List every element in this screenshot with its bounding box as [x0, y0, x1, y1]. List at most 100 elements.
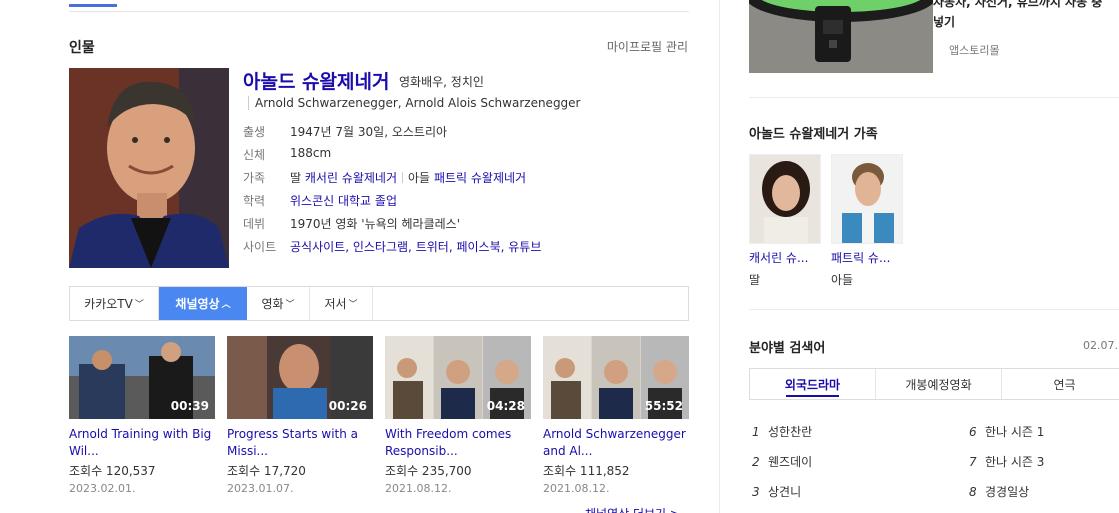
ad-source: 앱스토리몰 [949, 44, 1000, 57]
keyword-label: 한나 시즌 3 [985, 455, 1045, 469]
keyword-item[interactable]: 2 웬즈데이 [752, 453, 812, 470]
video-date: 2021.08.12. [385, 482, 452, 495]
keyword-tabs: 외국드라마 개봉예정영화 연극 [749, 368, 1119, 400]
keyword-title: 분야별 검색어 [749, 341, 826, 356]
info-label: 가족 [243, 171, 266, 185]
info-label: 데뷔 [243, 217, 266, 231]
video-date: 2021.08.12. [543, 482, 610, 495]
info-value: 1947년 7월 30일, 오스트리아 [290, 125, 448, 139]
info-label: 신체 [243, 148, 266, 162]
tab-label: 저서 [324, 297, 347, 311]
video-duration: 00:39 [170, 399, 209, 413]
chevron-down-icon: ﹀ [348, 300, 358, 310]
chevron-down-icon: ﹀ [285, 300, 295, 310]
person-roles: 영화배우, 정치인 [399, 75, 484, 89]
content-tabs: 카카오TV ﹀ 채널영상 ︿ 영화 ﹀ 저서 ﹀ [69, 286, 689, 321]
family-daughter-link[interactable]: 캐서린 슈왈제네거 [305, 171, 397, 185]
video-views: 조회수 235,700 [385, 464, 472, 478]
tab-movie[interactable]: 영화 ﹀ [247, 287, 310, 320]
top-tab-indicator [69, 4, 117, 7]
ad-title-line: 자동차, 자전거, 휴브까지 자동 충 [933, 0, 1103, 9]
search-results-page: 인물 마이프로필 관리 아놀드 슈왈제네거 영화배우, 정치인 Arnold S… [0, 0, 1119, 513]
keyword-rank: 2 [752, 455, 760, 469]
info-label: 학력 [243, 194, 266, 208]
info-value: 1970년 영화 '뉴욕의 헤라클레스' [290, 217, 461, 231]
video-card[interactable]: 00:26 Progress Starts with a Missi... 조회… [227, 336, 373, 495]
keyword-item[interactable]: 6 한나 시즌 1 [969, 423, 1044, 440]
site-link-youtube[interactable]: 유튜브 [508, 240, 541, 254]
family-son-link[interactable]: 패트릭 슈왈제네거 [434, 171, 526, 185]
tab-label: 영화 [261, 297, 284, 311]
family-title: 아놀드 슈왈제네거 가족 [749, 127, 878, 142]
keyword-date: 02.07. [1083, 339, 1118, 352]
ad-title-line: 넣기 [933, 15, 956, 29]
video-card[interactable]: 00:39 Arnold Training with Big Wil... 조회… [69, 336, 215, 495]
keyword-rank: 8 [969, 485, 977, 499]
video-views: 조회수 111,852 [543, 464, 630, 478]
keyword-item[interactable]: 8 경경일상 [969, 483, 1029, 500]
keyword-rank: 3 [752, 485, 760, 499]
family-photo[interactable] [831, 154, 903, 244]
tab-upcoming-movies[interactable]: 개봉예정영화 [876, 369, 1002, 399]
keyword-item[interactable]: 1 성한찬란 [752, 423, 812, 440]
tab-kakaotv[interactable]: 카카오TV ﹀ [70, 287, 159, 320]
right-divider [749, 309, 1119, 310]
person-name[interactable]: 아놀드 슈왈제네거 [243, 67, 389, 94]
video-title[interactable]: Progress Starts with a Missi... [227, 426, 373, 460]
family-name[interactable]: 패트릭 슈... [831, 249, 903, 266]
chevron-down-icon: ﹀ [134, 300, 144, 310]
family-relation: 딸 [290, 171, 302, 185]
section-title: 인물 [69, 40, 95, 56]
video-title[interactable]: Arnold Training with Big Wil... [69, 426, 215, 460]
keyword-rank: 7 [969, 455, 977, 469]
site-link-facebook[interactable]: 페이스북 [456, 240, 500, 254]
manage-profile-link[interactable]: 마이프로필 관리 [607, 38, 688, 55]
site-link-instagram[interactable]: 인스타그램 [353, 240, 408, 254]
education-link[interactable]: 위스콘신 대학교 졸업 [290, 192, 397, 209]
keyword-label: 성한찬란 [768, 425, 813, 439]
right-divider [749, 97, 1119, 98]
keyword-rank: 1 [752, 425, 760, 439]
video-card[interactable]: 04:28 With Freedom comes Responsib... 조회… [385, 336, 531, 495]
family-member[interactable]: 패트릭 슈... 아들 [831, 154, 903, 288]
chevron-up-icon: ︿ [221, 300, 231, 310]
video-thumbnail[interactable]: 00:26 [227, 336, 373, 419]
family-relation: 딸 [749, 273, 761, 287]
tab-label: 채널영상 [175, 297, 220, 311]
tab-channel-video[interactable]: 채널영상 ︿ [159, 287, 247, 320]
info-value: 공식사이트, 인스타그램, 트위터, 페이스북, 유튜브 [290, 240, 542, 254]
family-photo[interactable] [749, 154, 821, 244]
tab-label: 카카오TV [84, 297, 133, 311]
tab-theater[interactable]: 연극 [1002, 369, 1119, 399]
family-name[interactable]: 캐서린 슈... [749, 249, 821, 266]
more-videos-link[interactable]: 채널영상 더보기 > [585, 505, 680, 513]
keyword-item[interactable]: 7 한나 시즌 3 [969, 453, 1044, 470]
family-member[interactable]: 캐서린 슈... 딸 [749, 154, 821, 288]
video-duration: 04:28 [486, 399, 525, 413]
ad-title[interactable]: 자동차, 자전거, 휴브까지 자동 충 넣기 [933, 0, 1119, 32]
keyword-rank: 6 [969, 425, 977, 439]
video-thumbnail[interactable]: 55:52 [543, 336, 689, 419]
site-link-official[interactable]: 공식사이트 [290, 240, 345, 254]
keyword-item[interactable]: 3 상견니 [752, 483, 801, 500]
video-date: 2023.02.01. [69, 482, 136, 495]
site-link-twitter[interactable]: 트위터 [416, 240, 449, 254]
video-card[interactable]: 55:52 Arnold Schwarzenegger and Al... 조회… [543, 336, 689, 495]
ad-image[interactable] [749, 0, 933, 73]
keyword-label: 경경일상 [985, 485, 1030, 499]
video-views: 조회수 17,720 [227, 464, 306, 478]
video-date: 2023.01.07. [227, 482, 294, 495]
info-label: 출생 [243, 125, 266, 139]
tab-foreign-drama[interactable]: 외국드라마 [750, 369, 876, 399]
tab-books[interactable]: 저서 ﹀ [310, 287, 373, 320]
family-relation: 아들 [408, 171, 431, 185]
person-alias: Arnold Schwarzenegger, Arnold Alois Schw… [248, 96, 581, 110]
video-thumbnail[interactable]: 00:39 [69, 336, 215, 419]
video-thumbnail[interactable]: 04:28 [385, 336, 531, 419]
video-title[interactable]: With Freedom comes Responsib... [385, 426, 531, 460]
separator [402, 172, 404, 183]
info-label: 사이트 [243, 240, 277, 254]
video-title[interactable]: Arnold Schwarzenegger and Al... [543, 426, 689, 460]
keyword-label: 상견니 [768, 485, 802, 499]
profile-photo[interactable] [69, 68, 229, 268]
